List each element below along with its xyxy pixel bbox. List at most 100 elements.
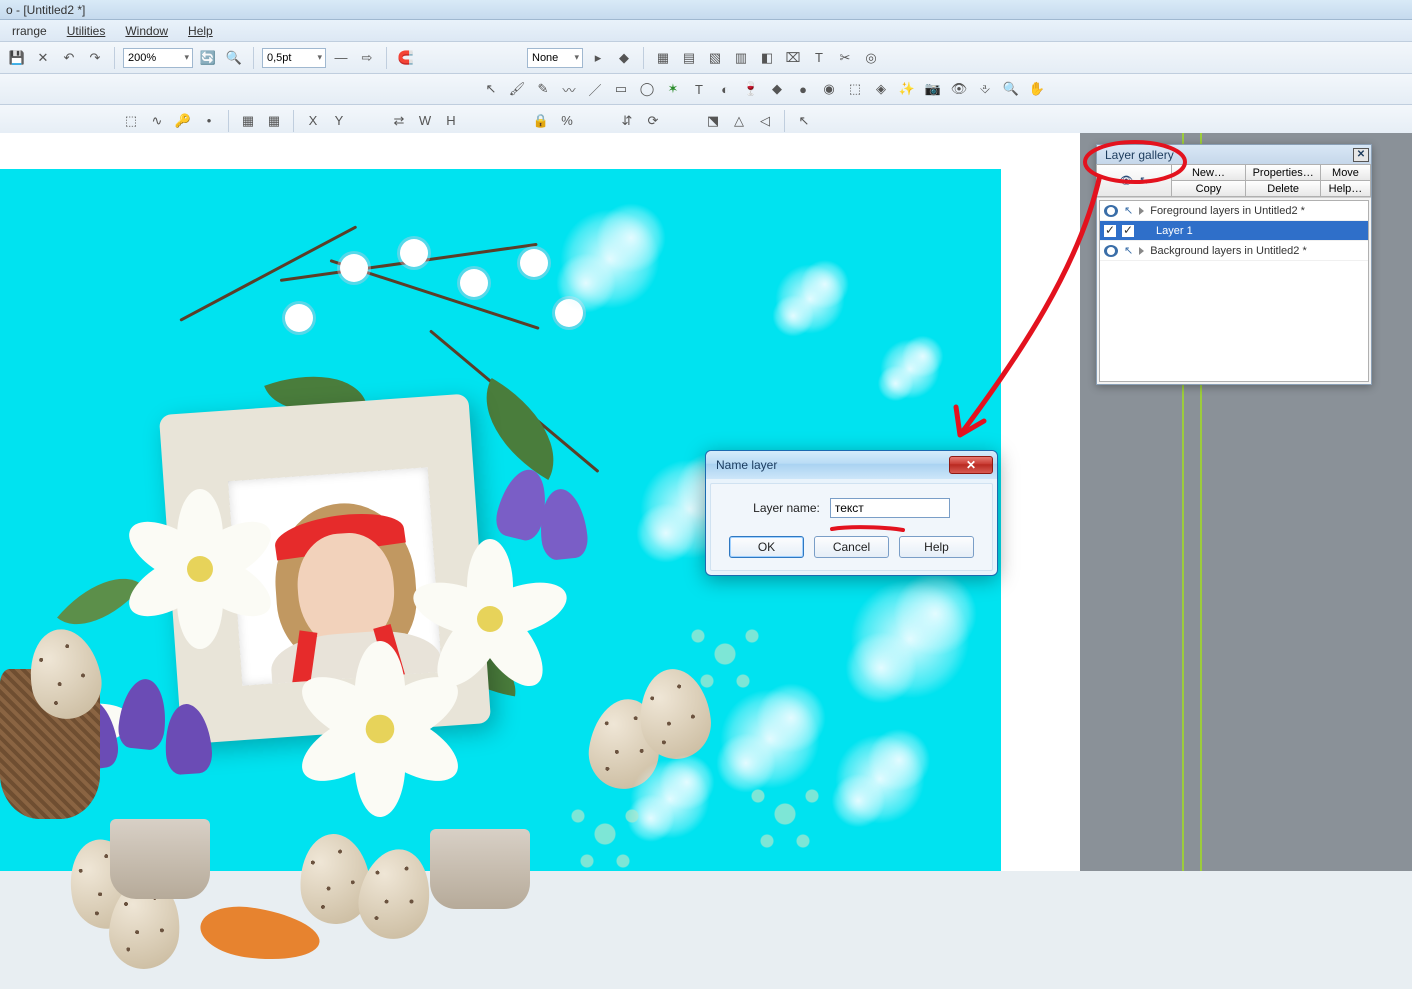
delete-icon[interactable]: ✕: [32, 47, 54, 69]
bevel-tool-icon[interactable]: ●: [792, 78, 814, 100]
clone-icon[interactable]: ⎀: [974, 78, 996, 100]
settings-icon[interactable]: ◎: [860, 47, 882, 69]
blossom-deco: [400, 239, 428, 267]
layer-group-foreground[interactable]: ↖ Foreground layers in Untitled2 *: [1100, 201, 1368, 221]
snap-icon[interactable]: 🧲: [395, 47, 417, 69]
title-bar: o - [Untitled2 *]: [0, 0, 1412, 20]
pointer-icon[interactable]: ↖: [1124, 204, 1133, 217]
pointer-icon[interactable]: ↖: [1139, 174, 1148, 187]
gallery5-icon[interactable]: ◧: [756, 47, 778, 69]
key-icon[interactable]: 🔑: [172, 110, 194, 132]
blossom-deco: [460, 269, 488, 297]
visibility-checkbox[interactable]: [1104, 225, 1116, 237]
stroke-width-combo[interactable]: 0,5pt: [262, 48, 326, 68]
separator: [784, 110, 785, 132]
cut-icon[interactable]: ✂: [834, 47, 856, 69]
menu-arrange[interactable]: rrange: [4, 22, 55, 40]
point-icon[interactable]: •: [198, 110, 220, 132]
visibility-icon[interactable]: [1104, 205, 1118, 217]
cancel-label: Cancel: [833, 540, 870, 554]
panel-properties-button[interactable]: Properties…: [1245, 164, 1321, 181]
shadow-tool-icon[interactable]: ◆: [766, 78, 788, 100]
gallery6-icon[interactable]: ⌧: [782, 47, 804, 69]
editable-checkbox[interactable]: [1122, 225, 1134, 237]
scale-icon[interactable]: %: [556, 110, 578, 132]
blend-icon[interactable]: ⬚: [844, 78, 866, 100]
menu-window[interactable]: Window: [117, 22, 176, 40]
panel-help-button[interactable]: Help…: [1320, 180, 1371, 197]
dialog-close-button[interactable]: ✕: [949, 456, 993, 474]
undo-icon[interactable]: ↶: [58, 47, 80, 69]
help-button[interactable]: Help: [899, 536, 974, 558]
options-icon[interactable]: ◆: [613, 47, 635, 69]
zoom-combo[interactable]: 200%: [123, 48, 193, 68]
rect-tool-icon[interactable]: ▭: [610, 78, 632, 100]
star-tool-icon[interactable]: ✶: [662, 78, 684, 100]
vflip-icon[interactable]: ⇵: [616, 110, 638, 132]
rotate-icon[interactable]: ⟳: [642, 110, 664, 132]
pointer-icon[interactable]: ↖: [1124, 244, 1133, 257]
panel-new-button[interactable]: New…: [1171, 164, 1247, 181]
transparency-icon[interactable]: 🍷: [740, 78, 762, 100]
separator: [253, 47, 254, 69]
soft-dots-deco: [740, 769, 830, 859]
fill-tool-icon[interactable]: ◐: [714, 78, 736, 100]
none-combo[interactable]: None: [527, 48, 583, 68]
text-tool-icon[interactable]: T: [808, 47, 830, 69]
menu-utilities[interactable]: Utilities: [59, 22, 114, 40]
redeye-icon[interactable]: 👁: [948, 78, 970, 100]
apply-icon[interactable]: ↖: [793, 110, 815, 132]
redo-icon[interactable]: ↷: [84, 47, 106, 69]
layer-group-background[interactable]: ↖ Background layers in Untitled2 *: [1100, 241, 1368, 261]
layer-item[interactable]: Layer 1: [1100, 221, 1368, 241]
layer-name-input[interactable]: [830, 498, 950, 518]
visibility-icon[interactable]: [1104, 245, 1118, 257]
flip-h-icon[interactable]: △: [728, 110, 750, 132]
panel-titlebar[interactable]: Layer gallery ✕: [1097, 145, 1371, 165]
skew-icon[interactable]: ⬔: [702, 110, 724, 132]
expand-icon[interactable]: [1139, 247, 1144, 255]
freehand-icon[interactable]: 〰: [558, 78, 580, 100]
gallery4-icon[interactable]: ▥: [730, 47, 752, 69]
gallery1-icon[interactable]: ▦: [652, 47, 674, 69]
shape-edit-icon[interactable]: ✎: [532, 78, 554, 100]
contour-icon[interactable]: ◉: [818, 78, 840, 100]
gallery3-icon[interactable]: ▧: [704, 47, 726, 69]
flip-v-icon[interactable]: ◁: [754, 110, 776, 132]
curve-icon[interactable]: ∿: [146, 110, 168, 132]
hflip-icon[interactable]: ⇄: [388, 110, 410, 132]
eye-icon[interactable]: 👁: [1119, 174, 1133, 187]
cancel-button[interactable]: Cancel: [814, 536, 889, 558]
lock-aspect-icon[interactable]: 🔒: [530, 110, 552, 132]
ellipse-tool-icon[interactable]: ◯: [636, 78, 658, 100]
menu-help[interactable]: Help: [180, 22, 221, 40]
grid1-icon[interactable]: ▦: [237, 110, 259, 132]
panel-side-icons: 👁 ↖: [1096, 164, 1172, 197]
panel-close-button[interactable]: ✕: [1353, 148, 1369, 162]
zoom-tool-icon[interactable]: 🔍: [1000, 78, 1022, 100]
dialog-titlebar[interactable]: Name layer ✕: [706, 451, 997, 479]
live-effect-icon[interactable]: ✨: [896, 78, 918, 100]
line-end-icon[interactable]: ⇨: [356, 47, 378, 69]
text-tool2-icon[interactable]: T: [688, 78, 710, 100]
save-icon[interactable]: 💾: [6, 47, 28, 69]
panel-delete-button[interactable]: Delete: [1245, 180, 1321, 197]
play-icon[interactable]: ▸: [587, 47, 609, 69]
gallery2-icon[interactable]: ▤: [678, 47, 700, 69]
grid2-icon[interactable]: ▦: [263, 110, 285, 132]
panel-copy-button[interactable]: Copy: [1171, 180, 1247, 197]
line-tool-icon[interactable]: ／: [584, 78, 606, 100]
select-bounds-icon[interactable]: ⬚: [120, 110, 142, 132]
panel-move-button[interactable]: Move: [1320, 164, 1371, 181]
line-style-icon[interactable]: —: [330, 47, 352, 69]
selector-tool-icon[interactable]: ↖: [480, 78, 502, 100]
photo-tool-icon[interactable]: 📷: [922, 78, 944, 100]
expand-icon[interactable]: [1139, 207, 1144, 215]
push-tool-icon[interactable]: ✋: [1026, 78, 1048, 100]
zoom-page-icon[interactable]: 🔍: [223, 47, 245, 69]
zoom-prev-icon[interactable]: 🔄: [197, 47, 219, 69]
mould-icon[interactable]: ◈: [870, 78, 892, 100]
layer-list[interactable]: ↖ Foreground layers in Untitled2 * Layer…: [1099, 200, 1369, 382]
brush-tool-icon[interactable]: 🖌: [506, 78, 528, 100]
ok-button[interactable]: OK: [729, 536, 804, 558]
